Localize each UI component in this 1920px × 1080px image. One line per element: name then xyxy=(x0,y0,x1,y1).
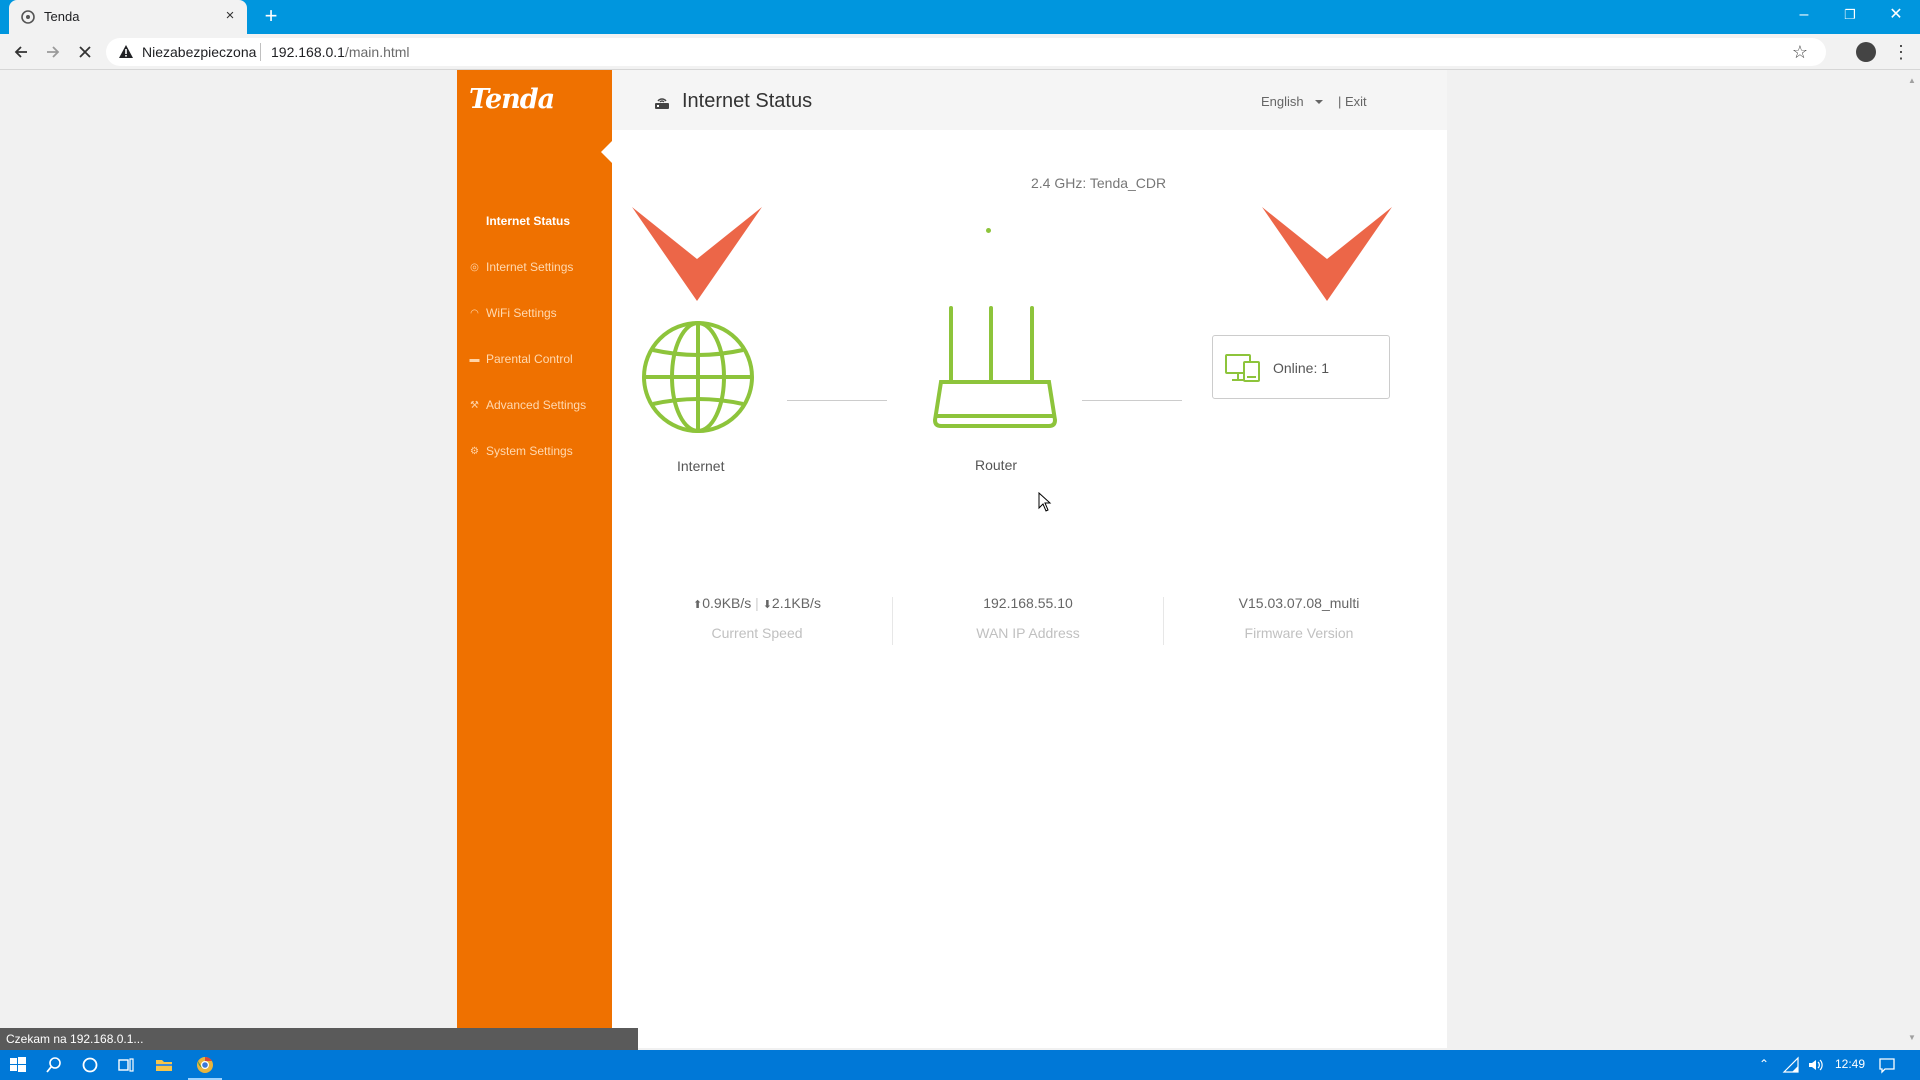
sidebar-item-system-settings[interactable]: ⚙ System Settings xyxy=(457,429,612,475)
online-devices-box[interactable]: Online: 1 xyxy=(1212,335,1390,399)
sidebar-item-label: System Settings xyxy=(486,444,573,458)
wan-ip-value: 192.168.55.10 xyxy=(983,595,1073,611)
sidebar-item-label: Parental Control xyxy=(486,352,573,366)
wrench-icon: ⚒ xyxy=(470,400,479,411)
wan-ip-cell: 192.168.55.10 WAN IP Address xyxy=(893,595,1163,641)
connection-line-devices xyxy=(1082,400,1182,401)
page-title: Internet Status xyxy=(682,90,813,112)
task-view-icon[interactable] xyxy=(116,1055,136,1075)
warning-icon xyxy=(119,45,133,58)
firmware-label: Firmware Version xyxy=(1244,625,1354,641)
url-path: /main.html xyxy=(344,44,410,60)
download-arrow-icon: ⬇ xyxy=(762,599,772,611)
browser-tab[interactable]: Tenda × xyxy=(9,0,247,34)
speed-separator: | xyxy=(755,595,759,611)
tray-chevron-up-icon[interactable]: ⌃ xyxy=(1759,1057,1769,1071)
sidebar-item-label: WiFi Settings xyxy=(486,306,557,320)
sidebar-item-label: Internet Status xyxy=(486,214,571,228)
browser-toolbar: Niezabezpieczona 192.168.0.1/main.html ☆… xyxy=(0,34,1920,70)
notifications-icon[interactable] xyxy=(1878,1056,1896,1074)
router-label: Router xyxy=(975,457,1018,473)
wan-ip-label: WAN IP Address xyxy=(976,625,1080,641)
current-speed-label: Current Speed xyxy=(711,625,803,641)
sidebar-item-advanced-settings[interactable]: ⚒ Advanced Settings xyxy=(457,383,612,429)
clock[interactable]: 12:49 xyxy=(1835,1057,1865,1071)
language-select[interactable]: English xyxy=(1261,94,1304,109)
content-header: Internet Status English | Exit xyxy=(612,70,1447,130)
wifi-icon: ◠ xyxy=(470,308,479,319)
tab-close-icon[interactable]: × xyxy=(221,7,239,25)
firmware-value: V15.03.07.08_multi xyxy=(1238,595,1360,611)
scroll-down-icon[interactable]: ▼ xyxy=(1908,1033,1916,1042)
sidebar-item-wifi-settings[interactable]: ◠ WiFi Settings xyxy=(457,291,612,337)
online-count: Online: 1 xyxy=(1273,360,1330,376)
gear-icon: ⚙ xyxy=(470,446,479,457)
bookmark-star-icon[interactable]: ☆ xyxy=(1792,42,1808,63)
close-icon xyxy=(79,46,91,58)
devices-icon xyxy=(1225,354,1260,382)
url-host: 192.168.0.1 xyxy=(271,44,345,60)
browser-menu-icon[interactable]: ⋮ xyxy=(1892,42,1910,62)
router-icon[interactable] xyxy=(931,304,1059,430)
page-scrollbar[interactable]: ▲ ▼ xyxy=(1905,70,1920,1048)
sidebar-item-label: Advanced Settings xyxy=(486,398,587,412)
tab-favicon-icon xyxy=(21,10,35,24)
scroll-up-icon[interactable]: ▲ xyxy=(1908,76,1916,85)
current-speed-value: ⬆0.9KB/s | ⬇2.1KB/s xyxy=(622,595,892,615)
security-label[interactable]: Niezabezpieczona xyxy=(142,44,256,60)
internet-label: Internet xyxy=(677,458,725,474)
stop-loading-button[interactable] xyxy=(73,40,97,64)
sidebar: Tenda Internet Status ◎ Internet Setting… xyxy=(457,70,612,1048)
exit-link[interactable]: | Exit xyxy=(1338,94,1367,109)
volume-icon[interactable] xyxy=(1807,1056,1825,1074)
url-text[interactable]: 192.168.0.1/main.html xyxy=(271,44,410,60)
download-speed: 2.1KB/s xyxy=(771,595,821,611)
upload-arrow-icon: ⬆ xyxy=(693,599,703,611)
current-speed-cell: ⬆0.9KB/s | ⬇2.1KB/s Current Speed xyxy=(622,595,892,641)
firmware-cell: V15.03.07.08_multi Firmware Version xyxy=(1164,595,1434,641)
tab-title: Tenda xyxy=(44,9,80,24)
back-button[interactable] xyxy=(9,40,33,64)
arrow-left-icon xyxy=(14,46,27,58)
browser-titlebar: Tenda × + – ❐ ✕ xyxy=(0,0,1920,34)
arrow-right-icon xyxy=(47,46,60,58)
main-content: Internet Status English | Exit 2.4 GHz: … xyxy=(612,70,1447,1048)
globe-icon: ◎ xyxy=(470,262,479,273)
windows-taskbar: ⌃ 12:49 xyxy=(0,1050,1920,1080)
cortana-icon[interactable] xyxy=(80,1055,100,1075)
forward-button[interactable] xyxy=(41,40,65,64)
minimize-button[interactable]: – xyxy=(1781,0,1827,30)
parental-icon: ▬ xyxy=(469,354,480,365)
windows-start-icon[interactable] xyxy=(8,1055,28,1075)
sidebar-item-label: Internet Settings xyxy=(486,260,574,274)
internet-globe-icon[interactable] xyxy=(641,320,755,434)
close-window-button[interactable]: ✕ xyxy=(1873,0,1919,30)
profile-avatar-icon[interactable] xyxy=(1856,42,1876,62)
browser-status-text: Czekam na 192.168.0.1... xyxy=(0,1028,638,1050)
address-bar[interactable]: Niezabezpieczona 192.168.0.1/main.html ☆ xyxy=(106,38,1826,66)
upload-speed: 0.9KB/s xyxy=(702,595,752,611)
sidebar-item-internet-status[interactable]: Internet Status xyxy=(457,199,612,245)
network-icon[interactable] xyxy=(1782,1056,1800,1074)
chevron-down-icon[interactable] xyxy=(1315,100,1323,104)
wifi-signal-dot-icon xyxy=(986,228,991,233)
router-status-icon xyxy=(655,98,669,109)
restore-button[interactable]: ❐ xyxy=(1827,0,1873,30)
tenda-logo: Tenda xyxy=(469,84,555,115)
sidebar-item-parental-control[interactable]: ▬ Parental Control xyxy=(457,337,612,383)
file-explorer-icon[interactable] xyxy=(154,1055,174,1075)
address-separator xyxy=(260,43,261,61)
ssid-label: 2.4 GHz: Tenda_CDR xyxy=(1031,175,1167,191)
search-icon[interactable] xyxy=(44,1055,64,1075)
new-tab-button[interactable]: + xyxy=(259,5,283,29)
chrome-icon[interactable] xyxy=(195,1055,215,1075)
chevron-down-icon xyxy=(632,207,762,301)
connection-line-internet xyxy=(787,400,887,401)
sidebar-item-internet-settings[interactable]: ◎ Internet Settings xyxy=(457,245,612,291)
chevron-down-icon xyxy=(1262,207,1392,301)
mouse-cursor-icon xyxy=(1038,492,1052,512)
